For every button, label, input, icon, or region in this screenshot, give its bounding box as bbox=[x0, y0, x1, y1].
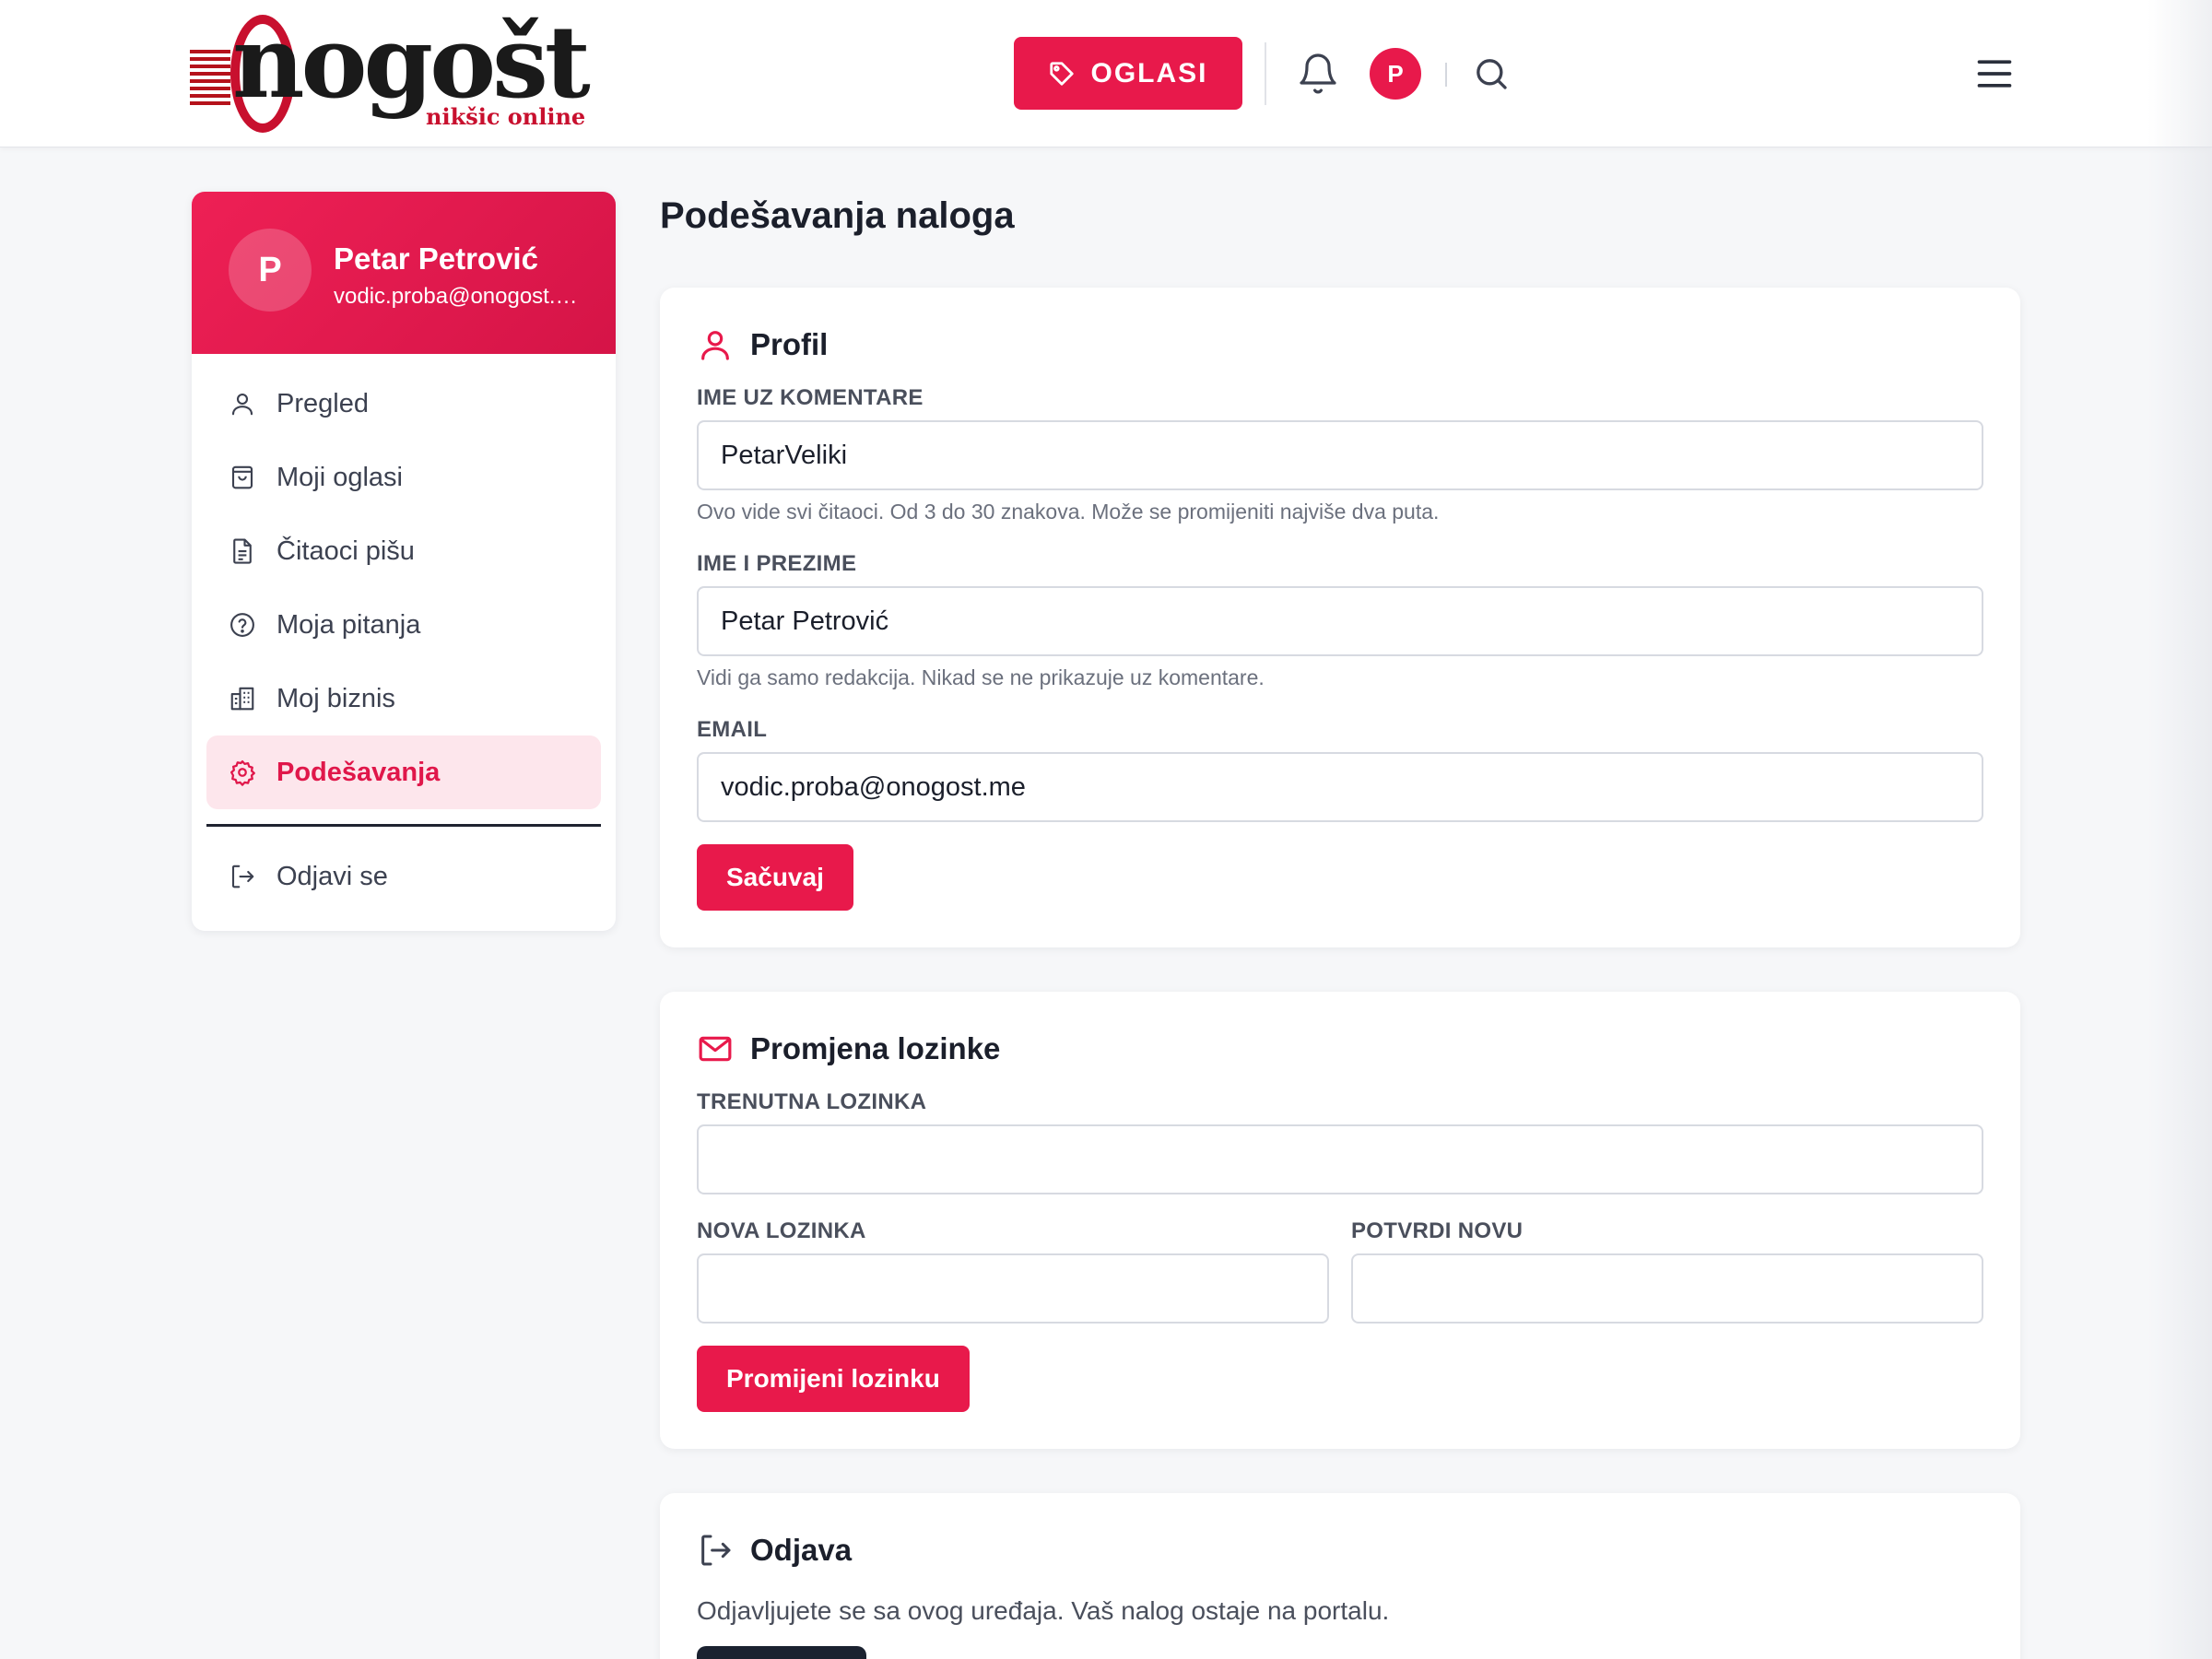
email-label: EMAIL bbox=[697, 717, 768, 742]
sidebar-item-label: Moji oglasi bbox=[276, 462, 403, 492]
sidebar-item-citaoci-pisu[interactable]: Čitaoci pišu bbox=[206, 514, 601, 588]
tag-icon bbox=[1050, 61, 1075, 86]
site-logo[interactable]: nogošt nikšic online bbox=[190, 5, 591, 135]
sidebar-item-moj-biznis[interactable]: Moj biznis bbox=[206, 662, 601, 735]
new-password-input[interactable] bbox=[697, 1253, 1329, 1324]
oglasi-button[interactable]: OGLASI bbox=[1014, 37, 1242, 110]
shopping-bag-icon bbox=[231, 465, 253, 489]
site-header: nogošt nikšic online OGLASI P bbox=[0, 0, 2212, 147]
sidebar-nav: Pregled Moji oglasi Čitaoci pišu Moja pi… bbox=[192, 354, 616, 913]
bell-icon[interactable] bbox=[1296, 51, 1340, 97]
user-icon bbox=[701, 331, 729, 360]
document-icon bbox=[233, 538, 252, 564]
fullname-input[interactable] bbox=[697, 586, 1983, 656]
sidebar-user-name: Petar Petrović bbox=[334, 241, 538, 276]
profile-card-title-text: Profil bbox=[750, 327, 829, 361]
logout-icon bbox=[701, 1535, 731, 1566]
sidebar-item-label: Moj biznis bbox=[276, 683, 395, 713]
page-title: Podešavanja naloga bbox=[660, 195, 1015, 236]
sidebar-item-label: Odjavi se bbox=[276, 861, 388, 891]
header-divider bbox=[1265, 42, 1266, 105]
logo-wordmark: nogošt bbox=[232, 5, 591, 121]
logout-button[interactable] bbox=[697, 1646, 866, 1659]
logout-description: Odjavljujete se sa ovog uređaja. Vaš nal… bbox=[697, 1596, 1390, 1625]
logout-card-title: Odjava bbox=[697, 1532, 852, 1569]
user-icon bbox=[231, 393, 253, 416]
mail-icon bbox=[699, 1036, 732, 1062]
fullname-label: IME I PREZIME bbox=[697, 551, 857, 576]
sidebar-item-label: Podešavanja bbox=[276, 757, 441, 787]
current-password-input[interactable] bbox=[697, 1124, 1983, 1194]
logo-stripes bbox=[190, 50, 230, 109]
profile-card: Profil IME UZ KOMENTARE Ovo vide svi čit… bbox=[660, 288, 2020, 947]
sidebar-profile-header: P Petar Petrović vodic.proba@onogost.me bbox=[192, 192, 616, 354]
sidebar-item-podesavanja[interactable]: Podešavanja bbox=[206, 735, 601, 809]
sidebar-item-label: Čitaoci pišu bbox=[276, 535, 415, 566]
logo-subtitle: nikšic online bbox=[426, 103, 586, 130]
logout-card: Odjava Odjavljujete se sa ovog uređaja. … bbox=[660, 1493, 2020, 1659]
account-sidebar: P Petar Petrović vodic.proba@onogost.me … bbox=[192, 192, 616, 931]
email-input[interactable] bbox=[697, 752, 1983, 822]
header-divider-small bbox=[1445, 63, 1447, 87]
password-card: Promjena lozinke TRENUTNA LOZINKA NOVA L… bbox=[660, 992, 2020, 1449]
gear-icon bbox=[230, 760, 255, 786]
search-icon[interactable] bbox=[1473, 55, 1510, 92]
password-card-title-text: Promjena lozinke bbox=[750, 1031, 1001, 1065]
sidebar-item-logout[interactable]: Odjavi se bbox=[206, 840, 601, 913]
sidebar-user-email: vodic.proba@onogost.me bbox=[334, 284, 582, 309]
nickname-hint: Ovo vide svi čitaoci. Od 3 do 30 znakova… bbox=[697, 500, 1440, 524]
nickname-input[interactable] bbox=[697, 420, 1983, 490]
profile-card-title: Profil bbox=[697, 326, 828, 363]
user-avatar-button[interactable]: P bbox=[1370, 48, 1421, 100]
hamburger-menu-icon[interactable] bbox=[1974, 53, 2015, 94]
sidebar-item-pregled[interactable]: Pregled bbox=[206, 367, 601, 441]
fullname-hint: Vidi ga samo redakcija. Nikad se ne prik… bbox=[697, 665, 1265, 689]
nickname-label: IME UZ KOMENTARE bbox=[697, 385, 924, 410]
page-edge-shadow bbox=[2147, 0, 2212, 1659]
current-password-label: TRENUTNA LOZINKA bbox=[697, 1089, 927, 1114]
oglasi-label: OGLASI bbox=[1090, 57, 1208, 88]
confirm-password-label: POTVRDI NOVU bbox=[1351, 1218, 1524, 1243]
sidebar-item-moji-oglasi[interactable]: Moji oglasi bbox=[206, 441, 601, 514]
building-icon bbox=[230, 687, 254, 711]
logout-card-title-text: Odjava bbox=[750, 1533, 853, 1567]
sidebar-item-label: Pregled bbox=[276, 388, 369, 418]
question-circle-icon bbox=[230, 613, 254, 637]
password-card-title: Promjena lozinke bbox=[697, 1030, 1000, 1067]
sidebar-divider bbox=[206, 824, 601, 827]
sidebar-item-label: Moja pitanja bbox=[276, 609, 421, 640]
new-password-label: NOVA LOZINKA bbox=[697, 1218, 866, 1243]
confirm-password-input[interactable] bbox=[1351, 1253, 1983, 1324]
change-password-button[interactable]: Promijeni lozinku bbox=[697, 1346, 970, 1412]
logout-icon bbox=[231, 865, 254, 888]
sidebar-item-moja-pitanja[interactable]: Moja pitanja bbox=[206, 588, 601, 662]
sidebar-avatar: P bbox=[229, 229, 312, 312]
save-button[interactable]: Sačuvaj bbox=[697, 844, 853, 911]
